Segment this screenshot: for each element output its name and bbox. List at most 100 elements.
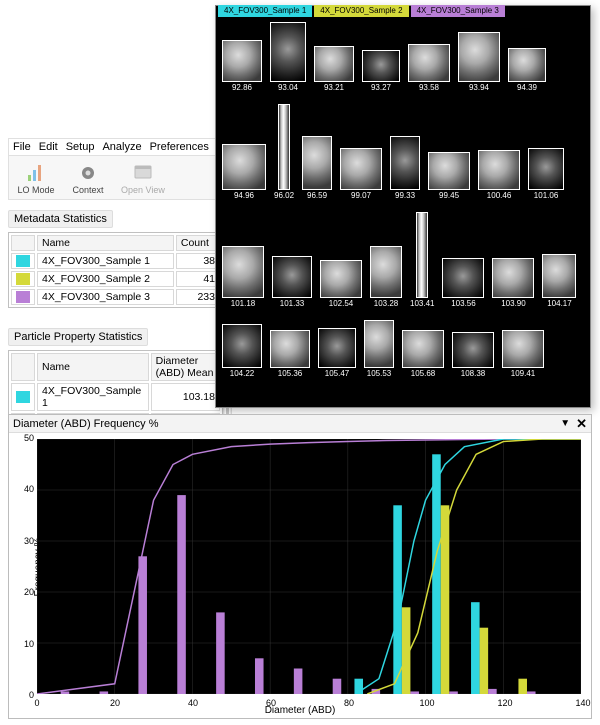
particle-label: 93.94: [469, 83, 489, 92]
particle-thumb[interactable]: 96.59: [302, 136, 332, 200]
x-tick: 100: [419, 698, 434, 708]
particle-thumb[interactable]: 101.06: [528, 148, 564, 200]
x-tick: 40: [188, 698, 198, 708]
particle-thumb[interactable]: 93.94: [458, 32, 500, 92]
particle-thumb[interactable]: 104.22: [222, 324, 262, 378]
metadata-table-wrap: Name Count 4X_FOV300_Sample 1 38 4X_FOV3…: [8, 232, 223, 308]
particle-thumb[interactable]: 99.45: [428, 152, 470, 200]
open-view-button[interactable]: Open View: [117, 160, 169, 197]
particle-thumb[interactable]: 93.58: [408, 44, 450, 92]
particle-thumb[interactable]: 101.33: [272, 256, 312, 308]
chart-header: Diameter (ABD) Frequency % ▼ ✕: [9, 415, 591, 433]
particle-thumb[interactable]: 104.17: [542, 254, 576, 308]
particle-thumb[interactable]: 94.96: [222, 144, 266, 200]
particle-label: 105.53: [367, 369, 391, 378]
gallery-tab-sample3[interactable]: 4X_FOV300_Sample 3: [411, 5, 505, 17]
particle-thumb[interactable]: 96.02: [274, 104, 294, 200]
y-tick: 50: [12, 433, 34, 443]
metadata-col-name[interactable]: Name: [37, 235, 174, 251]
particle-thumb[interactable]: 103.56: [442, 258, 484, 308]
table-row[interactable]: 4X_FOV300_Sample 2 41: [11, 271, 220, 287]
table-row[interactable]: 4X_FOV300_Sample 3 233: [11, 289, 220, 305]
menu-preferences[interactable]: Preferences: [150, 141, 209, 153]
menu-bar: File Edit Setup Analyze Preferences Tool…: [8, 138, 223, 156]
table-row[interactable]: 4X_FOV300_Sample 1 38: [11, 253, 220, 269]
context-label: Context: [72, 185, 103, 195]
particle-thumb[interactable]: 100.46: [478, 150, 520, 200]
gallery-tabs: 4X_FOV300_Sample 1 4X_FOV300_Sample 2 4X…: [218, 5, 505, 18]
metadata-count: 41: [176, 271, 220, 287]
x-tick: 140: [575, 698, 590, 708]
particle-thumb[interactable]: 108.38: [452, 332, 494, 378]
pp-col-diam[interactable]: Diameter (ABD) Mean: [151, 353, 220, 381]
swatch-sample2: [16, 273, 30, 285]
particle-thumb[interactable]: 94.39: [508, 48, 546, 92]
particle-label: 101.06: [534, 191, 558, 200]
metadata-count: 38: [176, 253, 220, 269]
particle-thumb[interactable]: 101.18: [222, 246, 264, 308]
particle-thumb[interactable]: 93.04: [270, 22, 306, 92]
swatch-sample3: [16, 291, 30, 303]
metadata-col-count[interactable]: Count: [176, 235, 220, 251]
gallery-tab-sample2[interactable]: 4X_FOV300_Sample 2: [314, 5, 408, 17]
pp-col-name[interactable]: Name: [37, 353, 149, 381]
y-tick: 0: [12, 690, 34, 700]
particle-thumb[interactable]: 99.07: [340, 148, 382, 200]
particle-label: 104.22: [230, 369, 254, 378]
particle-label: 92.86: [232, 83, 252, 92]
lo-mode-label: LO Mode: [17, 185, 54, 195]
particle-label: 105.68: [411, 369, 435, 378]
y-tick: 20: [12, 587, 34, 597]
particle-label: 93.58: [419, 83, 439, 92]
particle-label: 93.21: [324, 83, 344, 92]
particle-gallery: 4X_FOV300_Sample 1 4X_FOV300_Sample 2 4X…: [215, 5, 591, 408]
particle-thumb[interactable]: 105.36: [270, 330, 310, 378]
particle-thumb[interactable]: 93.27: [362, 50, 400, 92]
menu-edit[interactable]: Edit: [39, 141, 58, 153]
menu-analyze[interactable]: Analyze: [102, 141, 141, 153]
particle-label: 100.46: [487, 191, 511, 200]
metadata-stats-title: Metadata Statistics: [8, 210, 113, 228]
x-tick: 60: [266, 698, 276, 708]
metadata-name: 4X_FOV300_Sample 2: [37, 271, 174, 287]
particle-thumb[interactable]: 109.41: [502, 330, 544, 378]
particle-label: 108.38: [461, 369, 485, 378]
particle-thumb[interactable]: 102.54: [320, 260, 362, 308]
menu-file[interactable]: File: [13, 141, 31, 153]
table-row[interactable]: 4X_FOV300_Sample 1 103.18: [11, 383, 220, 411]
swatch-sample1: [16, 255, 30, 267]
swatch-sample1: [16, 391, 30, 403]
particle-thumb[interactable]: 103.41: [410, 212, 434, 308]
particle-label: 103.90: [501, 299, 525, 308]
context-button[interactable]: Context: [65, 160, 111, 197]
chart-plot-area[interactable]: [37, 439, 581, 694]
chart-panel: Diameter (ABD) Frequency % ▼ ✕ Frequency…: [8, 414, 592, 719]
particle-thumb[interactable]: 99.33: [390, 136, 420, 200]
particle-label: 105.47: [325, 369, 349, 378]
particle-thumb[interactable]: 103.28: [370, 246, 402, 308]
particle-label: 96.59: [307, 191, 327, 200]
particle-thumb[interactable]: 93.21: [314, 46, 354, 92]
gallery-body[interactable]: 92.86 93.04 93.21 93.27 93.58 93.94 94.39 94.96…: [216, 18, 590, 407]
particle-thumb[interactable]: 105.53: [364, 320, 394, 378]
lo-mode-button[interactable]: LO Mode: [13, 160, 59, 197]
particle-thumb[interactable]: 92.86: [222, 40, 262, 92]
bars-icon: [23, 162, 49, 184]
particle-label: 101.18: [231, 299, 255, 308]
particle-thumb[interactable]: 105.47: [318, 328, 356, 378]
chevron-down-icon[interactable]: ▼: [560, 418, 570, 429]
particle-props-title: Particle Property Statistics: [8, 328, 148, 346]
close-icon[interactable]: ✕: [576, 416, 587, 432]
y-tick: 30: [12, 536, 34, 546]
particle-label: 93.04: [278, 83, 298, 92]
particle-label: 109.41: [511, 369, 535, 378]
x-tick: 20: [110, 698, 120, 708]
particle-thumb[interactable]: 103.90: [492, 258, 534, 308]
particle-thumb[interactable]: 105.68: [402, 330, 444, 378]
particle-label: 101.33: [280, 299, 304, 308]
gallery-tab-sample1[interactable]: 4X_FOV300_Sample 1: [218, 5, 312, 17]
y-tick: 40: [12, 484, 34, 494]
menu-setup[interactable]: Setup: [66, 141, 95, 153]
particle-label: 99.45: [439, 191, 459, 200]
particle-label: 103.41: [410, 299, 434, 308]
